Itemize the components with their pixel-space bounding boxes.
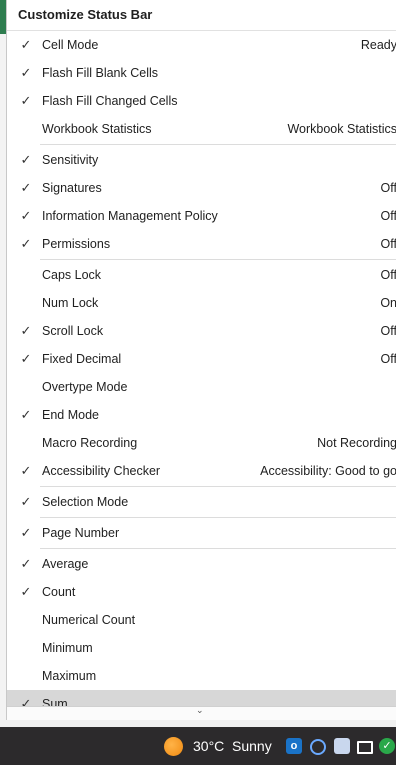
menu-item-value: Ready	[360, 38, 396, 52]
menu-item-sensitivity[interactable]: ✓ Sensitivity	[7, 146, 396, 174]
menu-item-label: Caps Lock	[42, 268, 102, 282]
menu-item-page-number[interactable]: ✓ Page Number	[7, 519, 396, 547]
menu-separator	[40, 517, 396, 518]
menu-item-label: Count	[42, 585, 76, 599]
menu-items: ✓ Cell Mode Ready ✓ Flash Fill Blank Cells ✓ F…	[7, 31, 396, 718]
menu-item-cell-mode[interactable]: ✓ Cell Mode Ready	[7, 31, 396, 59]
menu-item-average[interactable]: ✓ Average	[7, 550, 396, 578]
menu-item-label: Information Management Policy	[42, 209, 218, 223]
checkmark-icon: ✓	[20, 525, 32, 540]
menu-separator	[40, 548, 396, 549]
menu-item-label: Numerical Count	[42, 613, 136, 627]
network-icon[interactable]	[334, 738, 350, 754]
menu-item-label: Scroll Lock	[42, 324, 104, 338]
menu-item-label: Fixed Decimal	[42, 352, 122, 366]
menu-item-value: Off	[380, 237, 396, 251]
menu-separator	[40, 144, 396, 145]
menu-item-label: Sensitivity	[42, 153, 99, 167]
checkmark-icon: ✓	[20, 152, 32, 167]
checkmark-icon: ✓	[20, 208, 32, 223]
checkmark-icon: ✓	[20, 180, 32, 195]
checkmark-icon: ✓	[20, 584, 32, 599]
menu-item-label: Signatures	[42, 181, 102, 195]
menu-separator	[40, 486, 396, 487]
menu-item-fixed-decimal[interactable]: ✓ Fixed Decimal Off	[7, 345, 396, 373]
menu-item-label: Average	[42, 557, 89, 571]
menu-item-overtype-mode[interactable]: Overtype Mode	[7, 373, 396, 401]
menu-item-value: On	[380, 296, 396, 310]
menu-item-label: Flash Fill Blank Cells	[42, 66, 159, 80]
checkmark-icon: ✓	[20, 93, 32, 108]
menu-item-value: Not Recording	[317, 436, 396, 450]
menu-item-value: Off	[380, 268, 396, 282]
menu-item-label: End Mode	[42, 408, 99, 422]
menu-separator	[40, 259, 396, 260]
menu-item-end-mode[interactable]: ✓ End Mode	[7, 401, 396, 429]
checkmark-icon: ✓	[20, 407, 32, 422]
checkmark-icon: ✓	[20, 65, 32, 80]
checkmark-icon: ✓	[20, 556, 32, 571]
menu-item-caps-lock[interactable]: Caps Lock Off	[7, 261, 396, 289]
menu-item-value: Off	[380, 352, 396, 366]
menu-item-label: Overtype Mode	[42, 380, 128, 394]
menu-item-label: Minimum	[42, 641, 93, 655]
menu-item-label: Cell Mode	[42, 38, 99, 52]
menu-item-value: Off	[380, 324, 396, 338]
menu-item-value: Accessibility: Good to go	[260, 464, 396, 478]
menu-item-selection-mode[interactable]: ✓ Selection Mode	[7, 488, 396, 516]
checkmark-icon: ✓	[20, 463, 32, 478]
menu-item-flash-fill-changed-cells[interactable]: ✓ Flash Fill Changed Cells	[7, 87, 396, 115]
menu-item-workbook-statistics[interactable]: Workbook Statistics Workbook Statistics	[7, 115, 396, 143]
menu-item-value: Off	[380, 181, 396, 195]
mail-icon[interactable]	[357, 741, 373, 754]
menu-item-minimum[interactable]: Minimum	[7, 634, 396, 662]
menu-item-permissions[interactable]: ✓ Permissions Off	[7, 230, 396, 258]
edge-icon[interactable]	[310, 739, 326, 755]
menu-item-value: Workbook Statistics	[287, 122, 396, 136]
taskbar: 30°C Sunny o ✓	[0, 727, 396, 765]
menu-item-maximum[interactable]: Maximum	[7, 662, 396, 690]
menu-item-label: Accessibility Checker	[42, 464, 161, 478]
checkmark-icon: ✓	[20, 236, 32, 251]
menu-item-label: Num Lock	[42, 296, 99, 310]
menu-item-num-lock[interactable]: Num Lock On	[7, 289, 396, 317]
window-bottom-edge	[0, 720, 396, 727]
menu-item-label: Maximum	[42, 669, 97, 683]
menu-item-label: Page Number	[42, 526, 120, 540]
menu-item-value: Off	[380, 209, 396, 223]
checkmark-icon: ✓	[20, 494, 32, 509]
sun-icon[interactable]	[164, 737, 183, 756]
menu-item-flash-fill-blank-cells[interactable]: ✓ Flash Fill Blank Cells	[7, 59, 396, 87]
menu-item-label: Selection Mode	[42, 495, 129, 509]
green-check-icon[interactable]: ✓	[379, 738, 395, 754]
weather-temperature[interactable]: 30°C	[193, 737, 224, 756]
outlook-icon[interactable]: o	[286, 738, 302, 754]
checkmark-icon: ✓	[20, 323, 32, 338]
menu-item-label: Permissions	[42, 237, 111, 251]
menu-scroll-down[interactable]: ⌄	[7, 705, 396, 721]
menu-item-information-management-policy[interactable]: ✓ Information Management Policy Off	[7, 202, 396, 230]
menu-item-label: Macro Recording	[42, 436, 138, 450]
customize-status-bar-menu: Customize Status Bar ✓ Cell Mode Ready ✓ Fla…	[6, 0, 396, 726]
menu-item-signatures[interactable]: ✓ Signatures Off	[7, 174, 396, 202]
menu-title: Customize Status Bar	[7, 0, 396, 31]
weather-condition[interactable]: Sunny	[232, 737, 272, 756]
menu-item-macro-recording[interactable]: Macro Recording Not Recording	[7, 429, 396, 457]
menu-item-count[interactable]: ✓ Count	[7, 578, 396, 606]
menu-item-label: Flash Fill Changed Cells	[42, 94, 178, 108]
menu-item-numerical-count[interactable]: Numerical Count	[7, 606, 396, 634]
chevron-down-icon[interactable]: ⌄	[196, 705, 204, 716]
menu-item-label: Workbook Statistics	[42, 122, 152, 136]
menu-item-scroll-lock[interactable]: ✓ Scroll Lock Off	[7, 317, 396, 345]
menu-item-accessibility-checker[interactable]: ✓ Accessibility Checker Accessibility: Goo…	[7, 457, 396, 485]
checkmark-icon: ✓	[20, 351, 32, 366]
checkmark-icon: ✓	[20, 37, 32, 52]
